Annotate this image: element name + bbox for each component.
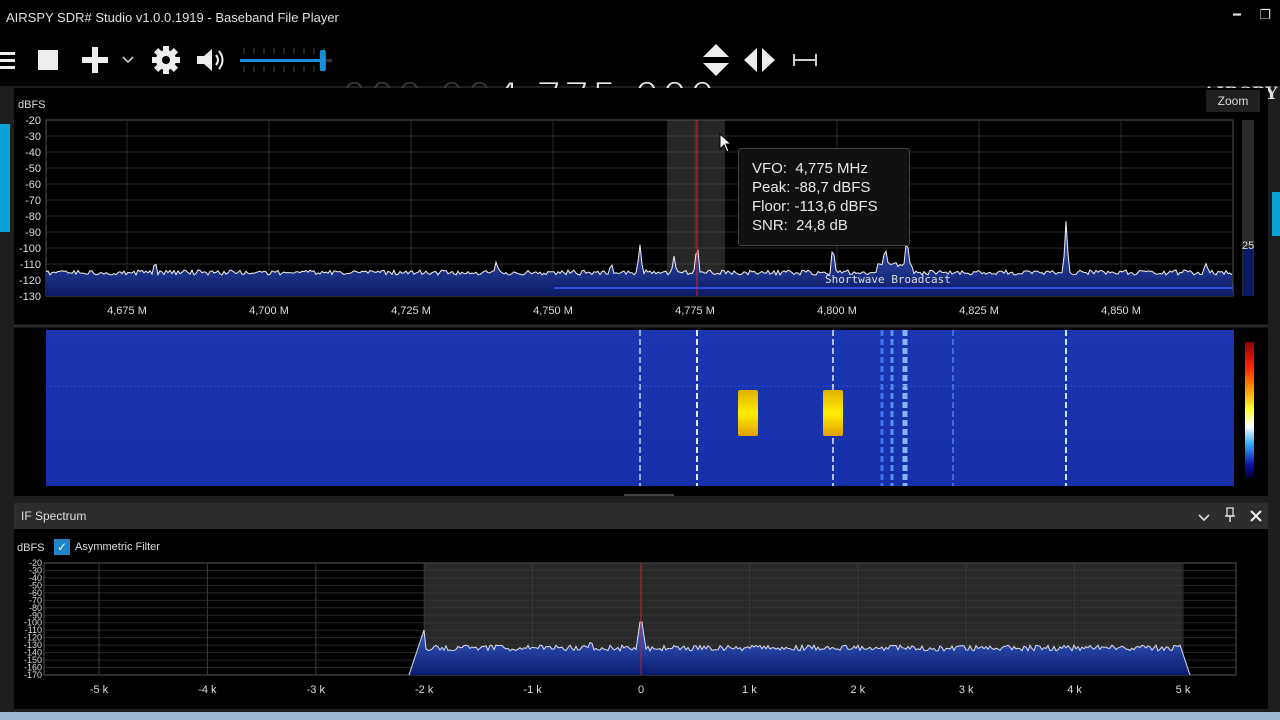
if-spectrum-chart[interactable]: -20-30-40-50-60-70-80-90-100-110-120-130… — [14, 529, 1268, 709]
spectrum-ylabel: dBFS — [18, 99, 46, 111]
if-x-tick: 3 k — [959, 684, 974, 696]
spectrum-x-tick: 4,825 M — [959, 305, 999, 317]
toolbar: 000.004.775.000 AIRSPY — [0, 34, 1280, 123]
spectrum-x-tick: 4,725 M — [391, 305, 431, 317]
close-icon[interactable] — [1250, 509, 1262, 527]
spectrum-y-tick: -70 — [25, 195, 41, 207]
spectrum-x-axis: 4,675 M 4,700 M 4,725 M 4,750 M 4,775 M 4,800… — [107, 305, 1141, 317]
hamburger-icon[interactable] — [0, 46, 18, 74]
if-x-tick: -1 k — [523, 684, 542, 696]
if-spectrum-title: IF Spectrum — [21, 509, 87, 523]
plus-icon[interactable] — [80, 46, 110, 74]
spectrum-y-tick: -60 — [25, 179, 41, 191]
if-x-tick: 5 k — [1176, 684, 1191, 696]
spectrum-x-tick: 4,675 M — [107, 305, 147, 317]
spectrum-y-tick: -30 — [25, 131, 41, 143]
tune-left-right-icon[interactable] — [742, 46, 778, 74]
mouse-cursor-icon — [719, 133, 733, 153]
if-x-tick: -5 k — [90, 684, 109, 696]
range-slider-fill — [1243, 248, 1253, 296]
chevron-down-icon[interactable] — [120, 52, 136, 68]
if-x-tick: 4 k — [1067, 684, 1082, 696]
frequency-step-arrows-icon[interactable] — [700, 42, 732, 78]
volume-slider[interactable] — [240, 40, 340, 80]
spectrum-x-tick: 4,850 M — [1101, 305, 1141, 317]
band-label: Shortwave Broadcast — [825, 273, 951, 286]
if-y-axis: -20-30-40-50-60-70-80-90-100-110-120-130… — [24, 558, 42, 680]
spectrum-y-tick: -50 — [25, 163, 41, 175]
spectrum-panel: dBFS -20 -30 -40 -50 -60 -70 -80 -90 -100 -110 -12… — [14, 88, 1268, 496]
if-x-tick: 0 — [638, 684, 644, 696]
minimize-button[interactable]: ━ — [1229, 8, 1245, 22]
spectrum-y-axis: -20 -30 -40 -50 -60 -70 -80 -90 -100 -110 -120 -130 — [19, 115, 41, 303]
spectrum-x-tick: 4,700 M — [249, 305, 289, 317]
taskbar — [0, 712, 1280, 720]
waterfall-colormap[interactable] — [1245, 342, 1254, 478]
if-spectrum-header: IF Spectrum — [14, 503, 1268, 529]
restore-button[interactable]: ❐ — [1257, 8, 1273, 22]
spectrum-x-tick: 4,750 M — [533, 305, 573, 317]
waterfall-signal-a — [738, 390, 758, 436]
spectrum-y-tick: -110 — [20, 259, 41, 271]
if-x-axis: -5 k -4 k -3 k -2 k -1 k 0 1 k 2 k 3 k 4 k 5 k — [90, 684, 1191, 696]
if-x-tick: -3 k — [307, 684, 326, 696]
stop-icon[interactable] — [36, 48, 60, 72]
spectrum-y-tick: -90 — [25, 227, 41, 239]
waterfall-signal-b — [823, 390, 843, 436]
gear-icon[interactable] — [150, 44, 182, 76]
spectrum-y-tick: -120 — [19, 275, 41, 287]
span-icon[interactable] — [790, 48, 820, 72]
left-accent-strip — [0, 124, 10, 232]
spectrum-y-tick: -130 — [19, 291, 41, 303]
if-spectrum-panel: dBFS ✓ Asymmetric Filter -20 -30 -40 -50 -60… — [14, 529, 1268, 709]
spectrum-y-tick: -20 — [25, 115, 41, 127]
if-y-tick: -170 — [24, 670, 42, 680]
sdr-window: AIRSPY SDR# Studio v1.0.0.1919 - Baseban… — [0, 0, 1280, 720]
spectrum-y-tick: -40 — [25, 147, 41, 159]
spectrum-y-tick: -80 — [25, 211, 41, 223]
spectrum-y-tick: -100 — [19, 243, 41, 255]
spectrum-x-tick: 4,800 M — [817, 305, 857, 317]
if-x-tick: 2 k — [850, 684, 865, 696]
tooltip-vfo: VFO: 4,775 MHz — [752, 160, 868, 177]
chevron-down-icon[interactable] — [1198, 510, 1210, 528]
right-scroll-indicator[interactable] — [1272, 192, 1280, 236]
tooltip-peak: Peak: -88,7 dBFS — [752, 179, 871, 196]
spectrum-analyzer[interactable]: dBFS -20 -30 -40 -50 -60 -70 -80 -90 -100 -110 -12… — [14, 88, 1268, 496]
spectrum-x-tick: 4,775 M — [675, 305, 715, 317]
peak-tooltip: VFO: 4,775 MHz Peak: -88,7 dBFS Floor: -… — [738, 148, 910, 246]
title-bar: AIRSPY SDR# Studio v1.0.0.1919 - Baseban… — [0, 0, 1280, 34]
tooltip-snr: SNR: 24,8 dB — [752, 217, 848, 234]
if-x-tick: -2 k — [415, 684, 434, 696]
pin-icon[interactable] — [1225, 507, 1235, 528]
if-x-tick: -4 k — [198, 684, 217, 696]
zoom-button[interactable]: Zoom — [1206, 90, 1260, 112]
range-value: 25 — [1242, 240, 1254, 252]
splitter-grip[interactable] — [624, 494, 674, 496]
window-title: AIRSPY SDR# Studio v1.0.0.1919 - Baseban… — [6, 10, 339, 25]
speaker-icon[interactable] — [194, 46, 228, 74]
if-x-tick: 1 k — [742, 684, 757, 696]
tooltip-floor: Floor: -113,6 dBFS — [752, 198, 878, 215]
